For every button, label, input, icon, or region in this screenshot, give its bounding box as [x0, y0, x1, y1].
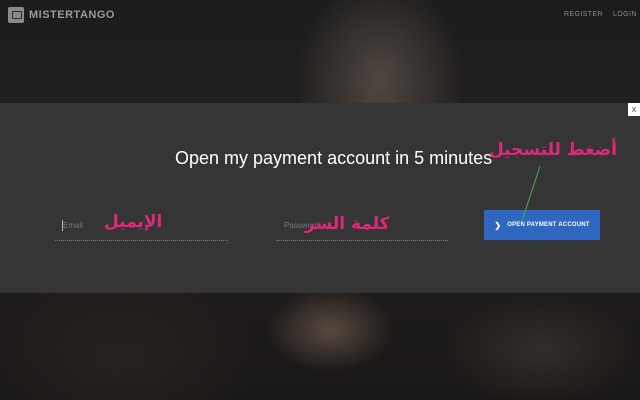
login-link[interactable]: LOGIN	[613, 11, 637, 18]
close-icon[interactable]: x	[628, 103, 640, 116]
register-annotation: أضغط للتسجيل	[489, 140, 617, 160]
brand-name: MISTERTANGO	[29, 9, 115, 21]
chevron-right-icon: ❯	[494, 220, 502, 230]
brand-logo[interactable]: MISTERTANGO	[8, 7, 115, 23]
text-cursor	[62, 220, 63, 231]
register-link[interactable]: REGISTER	[564, 11, 603, 18]
cta-label: OPEN PAYMENT ACCOUNT	[507, 222, 590, 228]
signup-panel	[0, 103, 640, 293]
email-annotation: الإيميل	[104, 212, 163, 232]
top-navigation: MISTERTANGO REGISTER LOGIN	[0, 0, 640, 34]
open-payment-account-button[interactable]: ❯ OPEN PAYMENT ACCOUNT	[484, 210, 600, 240]
page-title: Open my payment account in 5 minutes	[175, 148, 493, 168]
password-annotation: كلمة السر	[305, 214, 390, 234]
wallet-icon	[8, 7, 24, 23]
